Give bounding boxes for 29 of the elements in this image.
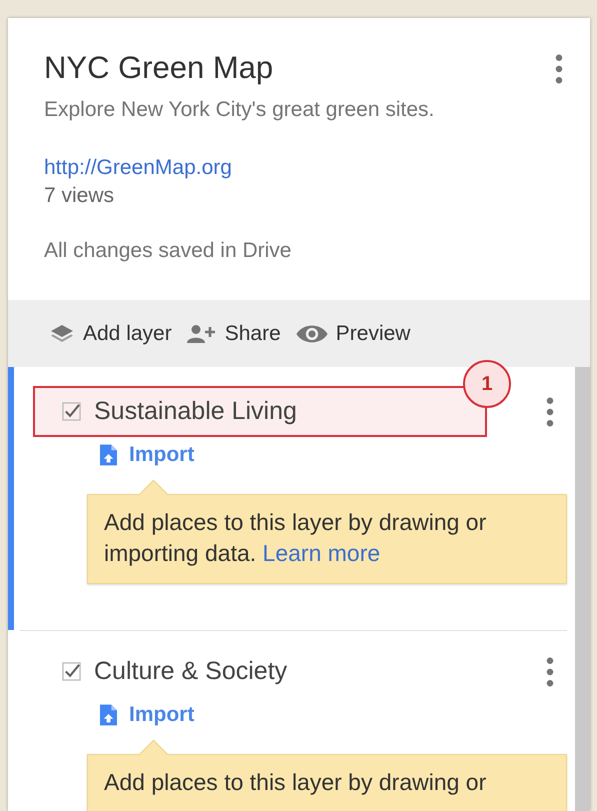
eye-icon bbox=[294, 324, 329, 344]
share-button[interactable]: Share bbox=[186, 322, 281, 346]
layer-name[interactable]: Sustainable Living bbox=[94, 397, 297, 426]
map-description: Explore New York City's great green sites. bbox=[44, 97, 434, 123]
import-button[interactable]: Import bbox=[100, 442, 194, 468]
view-count: 7 views bbox=[44, 183, 114, 209]
hint-text: Add places to this layer by drawing or importing data. Learn more bbox=[104, 508, 488, 568]
scrollbar[interactable] bbox=[575, 367, 590, 811]
import-button[interactable]: Import bbox=[100, 702, 194, 728]
add-person-icon bbox=[186, 324, 218, 344]
layers-icon bbox=[48, 324, 76, 344]
checkbox[interactable] bbox=[62, 402, 81, 421]
website-link[interactable]: http://GreenMap.org bbox=[44, 155, 232, 181]
layer-card[interactable]: Sustainable Living 1 Import Add places to this layer by drawing or importing data. Learn more bbox=[8, 367, 575, 630]
hint-text: Add places to this layer by drawing or bbox=[104, 768, 488, 797]
step-number-badge: 1 bbox=[463, 360, 511, 408]
file-upload-icon bbox=[100, 444, 117, 466]
more-options-icon[interactable] bbox=[546, 396, 554, 426]
preview-button[interactable]: Preview bbox=[294, 322, 410, 346]
layer-name[interactable]: Culture & Society bbox=[94, 657, 288, 686]
more-options-icon[interactable] bbox=[546, 656, 554, 686]
file-upload-icon bbox=[100, 704, 117, 726]
layers-button[interactable]: Add layer bbox=[48, 322, 172, 346]
save-status: All changes saved in Drive bbox=[44, 238, 292, 264]
layer-card[interactable]: Culture & Society Import Add places to this layer by drawing or bbox=[8, 631, 575, 811]
more-options-icon[interactable] bbox=[555, 54, 563, 84]
map-title: NYC Green Map bbox=[44, 50, 274, 86]
checkbox[interactable] bbox=[62, 662, 81, 681]
learn-more-link[interactable]: Learn more bbox=[262, 540, 380, 566]
